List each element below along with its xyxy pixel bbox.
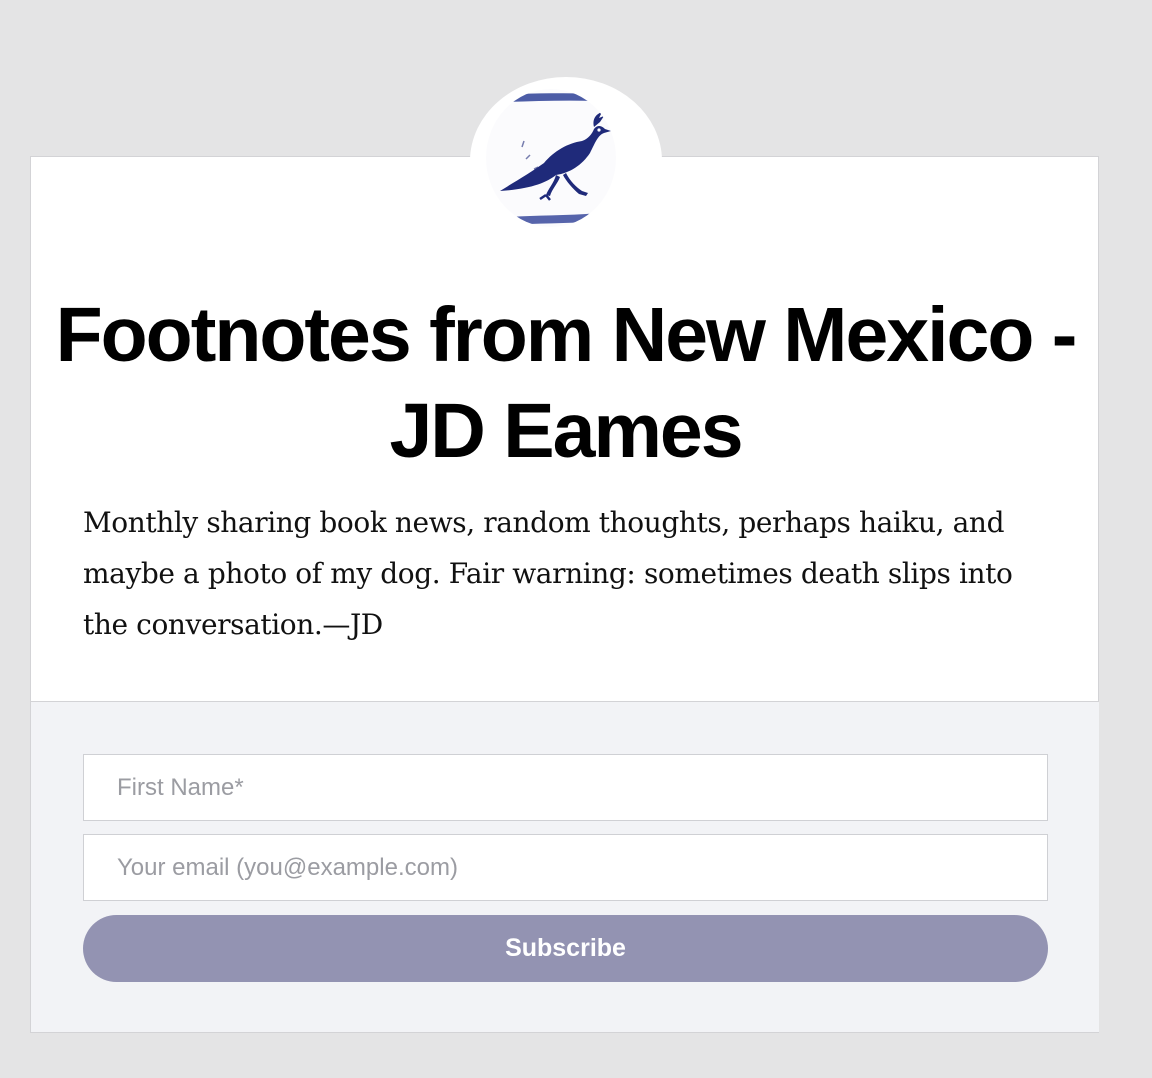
first-name-input[interactable] bbox=[83, 754, 1048, 821]
newsletter-title: Footnotes from New Mexico - JD Eames bbox=[55, 292, 1078, 474]
newsletter-description: Monthly sharing book news, random though… bbox=[83, 506, 1013, 641]
roadrunner-icon bbox=[500, 93, 611, 225]
avatar bbox=[486, 89, 616, 227]
email-input[interactable] bbox=[83, 834, 1048, 901]
subscribe-button[interactable]: Subscribe bbox=[83, 915, 1048, 982]
